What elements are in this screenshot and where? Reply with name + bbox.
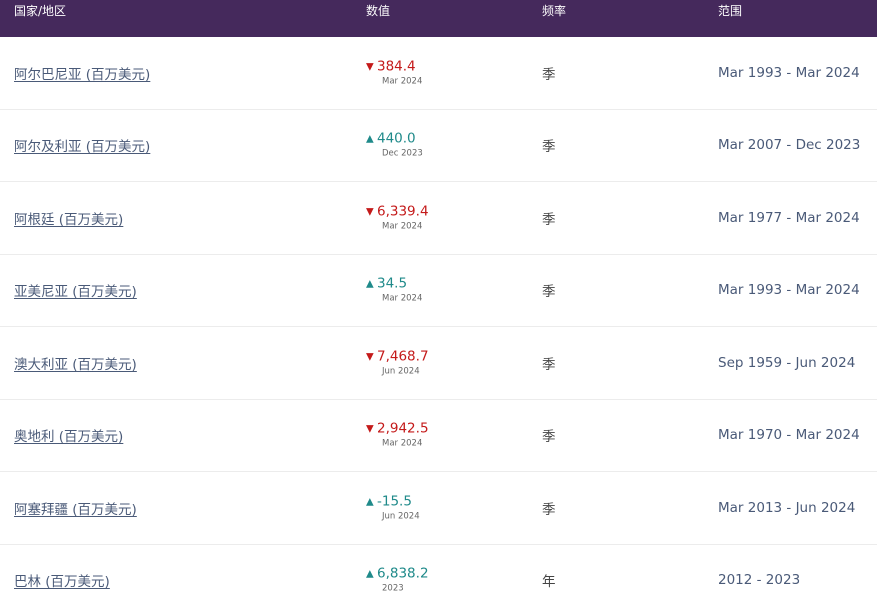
triangle-down-icon: ▼ bbox=[366, 423, 374, 435]
range-cell: Mar 2007 - Dec 2023 bbox=[718, 137, 861, 154]
value-date: Mar 2024 bbox=[382, 76, 423, 87]
table-row: 阿根廷 (百万美元) ▼ 6,339.4 Mar 2024 季 Mar 1977 - Ma… bbox=[0, 182, 877, 255]
value-number: -15.5 bbox=[377, 493, 412, 510]
country-link[interactable]: 阿尔巴尼亚 (百万美元) bbox=[14, 63, 150, 83]
range-cell: Mar 2013 - Jun 2024 bbox=[718, 499, 856, 516]
value-line: ▲ 6,838.2 bbox=[366, 566, 466, 583]
frequency-cell: 季 bbox=[542, 501, 556, 518]
value-number: 34.5 bbox=[377, 275, 408, 292]
table-row: 阿尔巴尼亚 (百万美元) ▼ 384.4 Mar 2024 季 Mar 1993 - Ma… bbox=[0, 37, 877, 110]
value-date: Jun 2024 bbox=[382, 366, 420, 377]
value-date: Jun 2024 bbox=[382, 511, 420, 522]
value-number: 6,339.4 bbox=[377, 203, 429, 220]
table-row: 巴林 (百万美元) ▲ 6,838.2 2023 年 2012 - 2023 bbox=[0, 545, 877, 597]
table-header: 国家/地区 数值 频率 范围 bbox=[0, 0, 877, 37]
range-cell: 2012 - 2023 bbox=[718, 572, 801, 589]
range-cell: Mar 1993 - Mar 2024 bbox=[718, 282, 860, 299]
column-header-range[interactable]: 范围 bbox=[718, 0, 742, 22]
country-link[interactable]: 巴林 (百万美元) bbox=[14, 570, 110, 590]
value-line: ▲ 34.5 bbox=[366, 276, 466, 293]
value-cell: ▼ 6,339.4 Mar 2024 bbox=[366, 203, 466, 232]
table-row: 阿尔及利亚 (百万美元) ▲ 440.0 Dec 2023 季 Mar 2007 - De… bbox=[0, 110, 877, 182]
triangle-up-icon: ▲ bbox=[366, 278, 374, 290]
triangle-up-icon: ▲ bbox=[366, 133, 374, 145]
column-header-value[interactable]: 数值 bbox=[366, 0, 390, 22]
range-cell: Mar 1993 - Mar 2024 bbox=[718, 64, 860, 81]
value-cell: ▲ 440.0 Dec 2023 bbox=[366, 131, 466, 160]
value-cell: ▲ 34.5 Mar 2024 bbox=[366, 276, 466, 305]
frequency-cell: 季 bbox=[542, 356, 556, 373]
column-header-frequency[interactable]: 频率 bbox=[542, 0, 566, 22]
value-cell: ▲ -15.5 Jun 2024 bbox=[366, 493, 466, 522]
value-date: Mar 2024 bbox=[382, 221, 423, 232]
triangle-up-icon: ▲ bbox=[366, 496, 374, 508]
value-cell: ▼ 2,942.5 Mar 2024 bbox=[366, 421, 466, 450]
column-header-country[interactable]: 国家/地区 bbox=[14, 0, 66, 22]
frequency-cell: 季 bbox=[542, 211, 556, 228]
value-line: ▲ 440.0 bbox=[366, 131, 466, 148]
value-date: Mar 2024 bbox=[382, 438, 423, 449]
table-body: 阿尔巴尼亚 (百万美元) ▼ 384.4 Mar 2024 季 Mar 1993 - Ma… bbox=[0, 37, 877, 597]
frequency-cell: 季 bbox=[542, 66, 556, 83]
value-line: ▼ 2,942.5 bbox=[366, 421, 466, 438]
frequency-cell: 年 bbox=[542, 574, 556, 591]
triangle-up-icon: ▲ bbox=[366, 568, 374, 580]
range-cell: Sep 1959 - Jun 2024 bbox=[718, 354, 856, 371]
value-number: 2,942.5 bbox=[377, 420, 429, 437]
triangle-down-icon: ▼ bbox=[366, 351, 374, 363]
range-cell: Mar 1977 - Mar 2024 bbox=[718, 209, 860, 226]
value-number: 7,468.7 bbox=[377, 348, 429, 365]
value-cell: ▲ 6,838.2 2023 bbox=[366, 566, 466, 595]
country-link[interactable]: 阿尔及利亚 (百万美元) bbox=[14, 135, 150, 155]
range-cell: Mar 1970 - Mar 2024 bbox=[718, 427, 860, 444]
table-row: 阿塞拜疆 (百万美元) ▲ -15.5 Jun 2024 季 Mar 2013 - Jun… bbox=[0, 472, 877, 545]
value-line: ▼ 7,468.7 bbox=[366, 348, 466, 365]
value-number: 440.0 bbox=[377, 130, 416, 147]
value-cell: ▼ 7,468.7 Jun 2024 bbox=[366, 348, 466, 377]
country-link[interactable]: 阿根廷 (百万美元) bbox=[14, 208, 123, 228]
value-number: 6,838.2 bbox=[377, 565, 429, 582]
value-line: ▼ 6,339.4 bbox=[366, 203, 466, 220]
data-table: 国家/地区 数值 频率 范围 阿尔巴尼亚 (百万美元) ▼ 384.4 Mar 202… bbox=[0, 0, 877, 597]
triangle-down-icon: ▼ bbox=[366, 61, 374, 73]
value-cell: ▼ 384.4 Mar 2024 bbox=[366, 58, 466, 87]
frequency-cell: 季 bbox=[542, 139, 556, 156]
country-link[interactable]: 亚美尼亚 (百万美元) bbox=[14, 280, 137, 300]
country-link[interactable]: 奥地利 (百万美元) bbox=[14, 425, 123, 445]
table-row: 澳大利亚 (百万美元) ▼ 7,468.7 Jun 2024 季 Sep 1959 - J… bbox=[0, 327, 877, 400]
country-link[interactable]: 澳大利亚 (百万美元) bbox=[14, 353, 137, 373]
value-date: 2023 bbox=[382, 583, 404, 594]
frequency-cell: 季 bbox=[542, 429, 556, 446]
table-row: 奥地利 (百万美元) ▼ 2,942.5 Mar 2024 季 Mar 1970 - Ma… bbox=[0, 400, 877, 472]
value-line: ▼ 384.4 bbox=[366, 58, 466, 75]
country-link[interactable]: 阿塞拜疆 (百万美元) bbox=[14, 498, 137, 518]
table-row: 亚美尼亚 (百万美元) ▲ 34.5 Mar 2024 季 Mar 1993 - Mar … bbox=[0, 255, 877, 327]
frequency-cell: 季 bbox=[542, 284, 556, 301]
value-number: 384.4 bbox=[377, 58, 416, 75]
value-date: Dec 2023 bbox=[382, 148, 423, 159]
value-line: ▲ -15.5 bbox=[366, 493, 466, 510]
value-date: Mar 2024 bbox=[382, 293, 423, 304]
triangle-down-icon: ▼ bbox=[366, 206, 374, 218]
